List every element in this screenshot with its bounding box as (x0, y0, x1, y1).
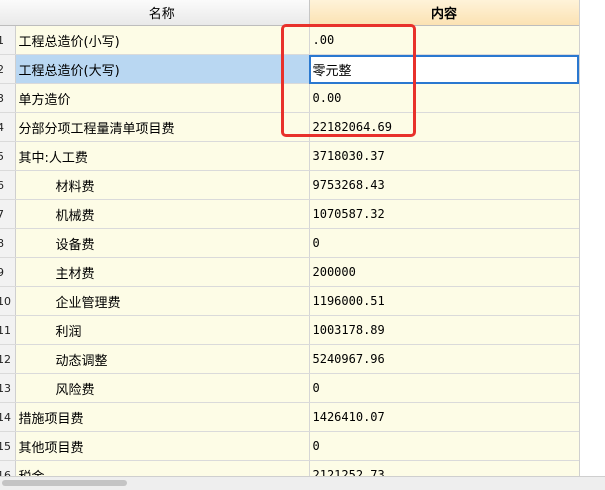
table-row[interactable]: 9 主材费 200000 (0, 257, 579, 287)
item-value[interactable]: 0 (309, 431, 579, 461)
summary-grid: 名称 内容 1 工程总造价(小写) .00 2 工程总造价(大写) 零元整 3 … (0, 0, 579, 476)
item-value[interactable]: 1070587.32 (309, 199, 579, 229)
table-row[interactable]: 16 税金 2121252.73 (0, 460, 579, 476)
row-number: 16 (0, 460, 16, 476)
item-name[interactable]: 风险费 (15, 373, 310, 403)
cost-summary-table: 名称 内容 1 工程总造价(小写) .00 2 工程总造价(大写) 零元整 3 … (0, 0, 579, 476)
item-value[interactable]: 2121252.73 (309, 460, 579, 476)
row-number: 4 (0, 112, 16, 142)
item-value[interactable]: .00 (309, 25, 579, 55)
item-value[interactable]: 1003178.89 (309, 315, 579, 345)
item-value[interactable]: 200000 (309, 257, 579, 287)
item-value[interactable]: 0.00 (309, 83, 579, 113)
item-name[interactable]: 分部分项工程量清单项目费 (15, 112, 310, 142)
header-value[interactable]: 内容 (309, 0, 579, 26)
item-name[interactable]: 其中:人工费 (15, 141, 310, 171)
scrollbar-thumb[interactable] (2, 480, 127, 486)
table-row[interactable]: 10 企业管理费 1196000.51 (0, 286, 579, 316)
row-number: 5 (0, 141, 16, 171)
item-value[interactable]: 0 (309, 373, 579, 403)
header-row: 名称 内容 (0, 0, 579, 26)
table-row[interactable]: 15 其他项目费 0 (0, 431, 579, 461)
row-number: 12 (0, 344, 16, 374)
table-row[interactable]: 13 风险费 0 (0, 373, 579, 403)
item-name[interactable]: 设备费 (15, 228, 310, 258)
table-row[interactable]: 7 机械费 1070587.32 (0, 199, 579, 229)
table-row[interactable]: 4 分部分项工程量清单项目费 22182064.69 (0, 112, 579, 142)
row-number: 15 (0, 431, 16, 461)
row-number: 3 (0, 83, 16, 113)
item-value[interactable]: 1196000.51 (309, 286, 579, 316)
table-row[interactable]: 12 动态调整 5240967.96 (0, 344, 579, 374)
row-number: 8 (0, 228, 16, 258)
item-name[interactable]: 主材费 (15, 257, 310, 287)
item-name[interactable]: 其他项目费 (15, 431, 310, 461)
item-value[interactable]: 9753268.43 (309, 170, 579, 200)
item-value[interactable]: 零元整 (309, 54, 579, 84)
item-value[interactable]: 1426410.07 (309, 402, 579, 432)
item-name[interactable]: 税金 (15, 460, 310, 476)
item-name[interactable]: 材料费 (15, 170, 310, 200)
item-name[interactable]: 单方造价 (15, 83, 310, 113)
table-row[interactable]: 6 材料费 9753268.43 (0, 170, 579, 200)
table-row[interactable]: 3 单方造价 0.00 (0, 83, 579, 113)
row-number: 14 (0, 402, 16, 432)
row-number: 2 (0, 54, 16, 84)
table-row[interactable]: 14 措施项目费 1426410.07 (0, 402, 579, 432)
table-row[interactable]: 1 工程总造价(小写) .00 (0, 25, 579, 55)
table-row[interactable]: 11 利润 1003178.89 (0, 315, 579, 345)
table-row[interactable]: 8 设备费 0 (0, 228, 579, 258)
item-value[interactable]: 3718030.37 (309, 141, 579, 171)
table-row-selected[interactable]: 2 工程总造价(大写) 零元整 (0, 54, 579, 84)
header-index (0, 0, 15, 26)
item-name[interactable]: 工程总造价(大写) (15, 54, 310, 84)
item-value[interactable]: 22182064.69 (309, 112, 579, 142)
horizontal-scrollbar[interactable] (0, 476, 605, 490)
row-number: 6 (0, 170, 16, 200)
row-number: 9 (0, 257, 16, 287)
item-name[interactable]: 工程总造价(小写) (15, 25, 310, 55)
row-number: 13 (0, 373, 16, 403)
item-name[interactable]: 措施项目费 (15, 402, 310, 432)
row-number: 11 (0, 315, 16, 345)
header-name[interactable]: 名称 (15, 0, 310, 26)
item-name[interactable]: 动态调整 (15, 344, 310, 374)
item-value[interactable]: 5240967.96 (309, 344, 579, 374)
item-name[interactable]: 企业管理费 (15, 286, 310, 316)
item-name[interactable]: 机械费 (15, 199, 310, 229)
row-number: 10 (0, 286, 16, 316)
row-number: 1 (0, 25, 16, 55)
item-name[interactable]: 利润 (15, 315, 310, 345)
item-value[interactable]: 0 (309, 228, 579, 258)
row-number: 7 (0, 199, 16, 229)
right-panel-edge (579, 0, 605, 476)
table-row[interactable]: 5 其中:人工费 3718030.37 (0, 141, 579, 171)
